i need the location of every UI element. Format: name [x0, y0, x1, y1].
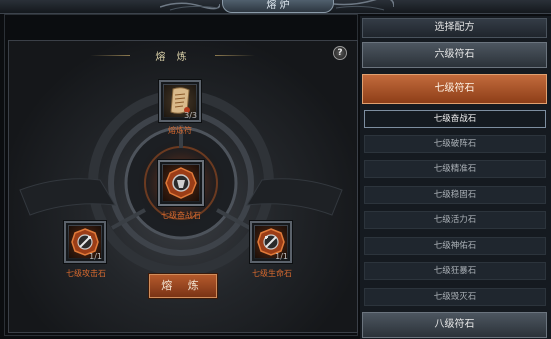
material-slot-right[interactable]: 1/1	[250, 221, 292, 263]
window-title: 熔 炉	[222, 0, 334, 13]
recipe-item-0[interactable]: 七级奋战石	[364, 110, 546, 128]
recipe-item-6[interactable]: 七级狂暴石	[364, 262, 546, 280]
material-slot-top[interactable]: 3/3	[159, 80, 201, 122]
recipe-item-1[interactable]: 七级破阵石	[364, 135, 546, 153]
left-ornament-icon	[160, 2, 220, 11]
material-slot-left[interactable]: 1/1	[64, 221, 106, 263]
center-item-label: 七级奋战石	[161, 211, 201, 220]
recipe-panel-title: 选择配方	[362, 18, 547, 38]
result-slot[interactable]	[158, 160, 204, 206]
recipe-item-2[interactable]: 七级精准石	[364, 160, 546, 178]
category-tier6[interactable]: 六级符石	[362, 42, 547, 68]
header-divider-right	[215, 55, 255, 56]
header-divider-left	[90, 55, 130, 56]
forge-header: 熔 炼	[155, 52, 191, 63]
category-tier7[interactable]: 七级符石	[362, 74, 547, 104]
item-count-right: 1/1	[275, 252, 288, 261]
recipe-item-7[interactable]: 七级毁灭石	[364, 288, 546, 306]
gem-icon	[165, 167, 197, 199]
right-ornament-icon	[334, 0, 394, 11]
item-count-left: 1/1	[89, 252, 102, 261]
recipe-item-4[interactable]: 七级活力石	[364, 211, 546, 229]
recipe-item-5[interactable]: 七级神佑石	[364, 237, 546, 255]
item-count-top: 3/3	[184, 111, 197, 120]
right-item-label: 七级生命石	[252, 269, 292, 278]
forge-button[interactable]: 熔 炼	[149, 274, 217, 298]
category-tier8[interactable]: 八级符石	[362, 312, 547, 338]
left-item-label: 七级攻击石	[66, 269, 106, 278]
help-button[interactable]: ?	[333, 46, 347, 60]
top-item-label: 熔炼符	[168, 126, 192, 135]
recipe-item-3[interactable]: 七级稳固石	[364, 186, 546, 204]
